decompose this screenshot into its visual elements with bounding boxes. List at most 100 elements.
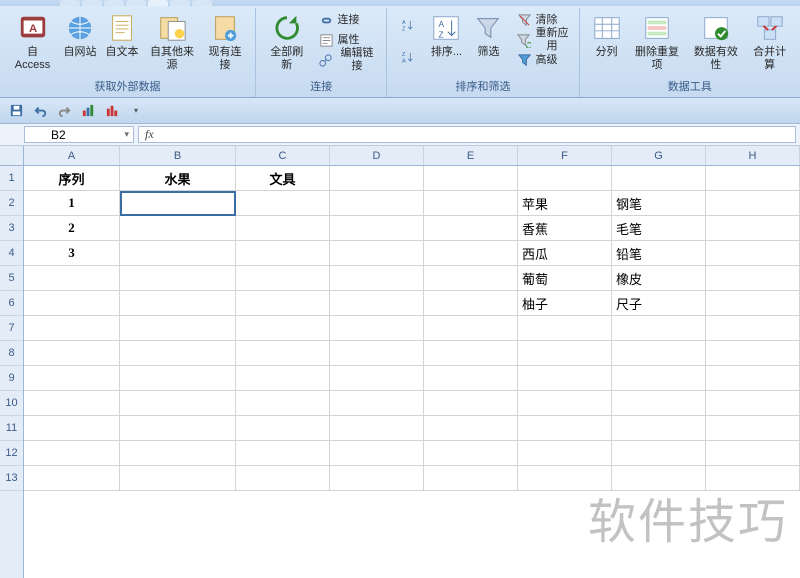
cell-F11[interactable]: [518, 416, 612, 441]
cell-B7[interactable]: [120, 316, 236, 341]
cell-A1[interactable]: 序列: [24, 166, 120, 191]
cell-H6[interactable]: [706, 291, 800, 316]
cell-H4[interactable]: [706, 241, 800, 266]
sort-button[interactable]: AZ 排序...: [425, 10, 467, 61]
tab[interactable]: [104, 0, 124, 6]
reapply-button[interactable]: 重新应用: [513, 30, 572, 50]
cell-D12[interactable]: [330, 441, 424, 466]
from-other-button[interactable]: 自其他来源: [143, 10, 201, 74]
cell-G3[interactable]: 毛笔: [612, 216, 706, 241]
cell-D4[interactable]: [330, 241, 424, 266]
cell-C1[interactable]: 文具: [236, 166, 330, 191]
cell-B4[interactable]: [120, 241, 236, 266]
row-header-5[interactable]: 5: [0, 266, 23, 291]
cell-E7[interactable]: [424, 316, 518, 341]
cell-C2[interactable]: [236, 191, 330, 216]
cell-G9[interactable]: [612, 366, 706, 391]
tab-data[interactable]: [148, 0, 168, 6]
filter-button[interactable]: 筛选: [467, 10, 509, 61]
connections-button[interactable]: 连接: [315, 10, 380, 30]
cell-A2[interactable]: 1: [24, 191, 120, 216]
select-all-corner[interactable]: [0, 146, 23, 166]
cell-G12[interactable]: [612, 441, 706, 466]
formula-input[interactable]: fx: [138, 126, 796, 143]
cell-C4[interactable]: [236, 241, 330, 266]
cell-B1[interactable]: 水果: [120, 166, 236, 191]
undo-button[interactable]: [30, 101, 50, 121]
cell-G8[interactable]: [612, 341, 706, 366]
cell-E10[interactable]: [424, 391, 518, 416]
cell-C7[interactable]: [236, 316, 330, 341]
row-header-10[interactable]: 10: [0, 391, 23, 416]
cell-H11[interactable]: [706, 416, 800, 441]
row-header-3[interactable]: 3: [0, 216, 23, 241]
from-web-button[interactable]: 自网站: [59, 10, 101, 61]
row-header-12[interactable]: 12: [0, 441, 23, 466]
save-button[interactable]: [6, 101, 26, 121]
cell-G13[interactable]: [612, 466, 706, 491]
row-header-13[interactable]: 13: [0, 466, 23, 491]
cell-H8[interactable]: [706, 341, 800, 366]
qat-more-button[interactable]: ▾: [126, 101, 146, 121]
cell-E3[interactable]: [424, 216, 518, 241]
col-header-G[interactable]: G: [612, 146, 706, 165]
cell-C12[interactable]: [236, 441, 330, 466]
edit-links-button[interactable]: 编辑链接: [315, 50, 380, 70]
name-box[interactable]: B2: [24, 126, 134, 143]
row-header-2[interactable]: 2: [0, 191, 23, 216]
cell-E5[interactable]: [424, 266, 518, 291]
cell-C9[interactable]: [236, 366, 330, 391]
cell-F8[interactable]: [518, 341, 612, 366]
cell-E1[interactable]: [424, 166, 518, 191]
cell-E13[interactable]: [424, 466, 518, 491]
cell-E6[interactable]: [424, 291, 518, 316]
cell-F3[interactable]: 香蕉: [518, 216, 612, 241]
cell-E4[interactable]: [424, 241, 518, 266]
cell-E9[interactable]: [424, 366, 518, 391]
tab[interactable]: [126, 0, 146, 6]
cell-B11[interactable]: [120, 416, 236, 441]
cell-G10[interactable]: [612, 391, 706, 416]
cell-D8[interactable]: [330, 341, 424, 366]
cell-B9[interactable]: [120, 366, 236, 391]
col-header-A[interactable]: A: [24, 146, 120, 165]
cell-A10[interactable]: [24, 391, 120, 416]
cell-C8[interactable]: [236, 341, 330, 366]
row-header-6[interactable]: 6: [0, 291, 23, 316]
cell-C5[interactable]: [236, 266, 330, 291]
cell-H2[interactable]: [706, 191, 800, 216]
cell-F13[interactable]: [518, 466, 612, 491]
cell-A4[interactable]: 3: [24, 241, 120, 266]
row-header-9[interactable]: 9: [0, 366, 23, 391]
tab[interactable]: [82, 0, 102, 6]
cell-B2[interactable]: ▼苹果香蕉西瓜葡萄柚子: [120, 191, 236, 216]
sort-asc-button[interactable]: AZ: [393, 10, 421, 40]
cell-G5[interactable]: 橡皮: [612, 266, 706, 291]
cell-H5[interactable]: [706, 266, 800, 291]
cell-H12[interactable]: [706, 441, 800, 466]
cell-F7[interactable]: [518, 316, 612, 341]
cell-D2[interactable]: [330, 191, 424, 216]
tab[interactable]: [170, 0, 190, 6]
row-header-8[interactable]: 8: [0, 341, 23, 366]
cell-H10[interactable]: [706, 391, 800, 416]
cell-B3[interactable]: [120, 216, 236, 241]
remove-duplicates-button[interactable]: 删除重复项: [628, 10, 687, 74]
cell-D9[interactable]: [330, 366, 424, 391]
cell-F4[interactable]: 西瓜: [518, 241, 612, 266]
cell-D5[interactable]: [330, 266, 424, 291]
cell-G7[interactable]: [612, 316, 706, 341]
cell-A6[interactable]: [24, 291, 120, 316]
cell-D10[interactable]: [330, 391, 424, 416]
cell-F2[interactable]: 苹果: [518, 191, 612, 216]
row-header-11[interactable]: 11: [0, 416, 23, 441]
col-header-E[interactable]: E: [424, 146, 518, 165]
col-header-H[interactable]: H: [706, 146, 800, 165]
cell-G11[interactable]: [612, 416, 706, 441]
cell-B13[interactable]: [120, 466, 236, 491]
cell-D6[interactable]: [330, 291, 424, 316]
cell-H3[interactable]: [706, 216, 800, 241]
cell-F9[interactable]: [518, 366, 612, 391]
col-header-F[interactable]: F: [518, 146, 612, 165]
row-header-1[interactable]: 1: [0, 166, 23, 191]
